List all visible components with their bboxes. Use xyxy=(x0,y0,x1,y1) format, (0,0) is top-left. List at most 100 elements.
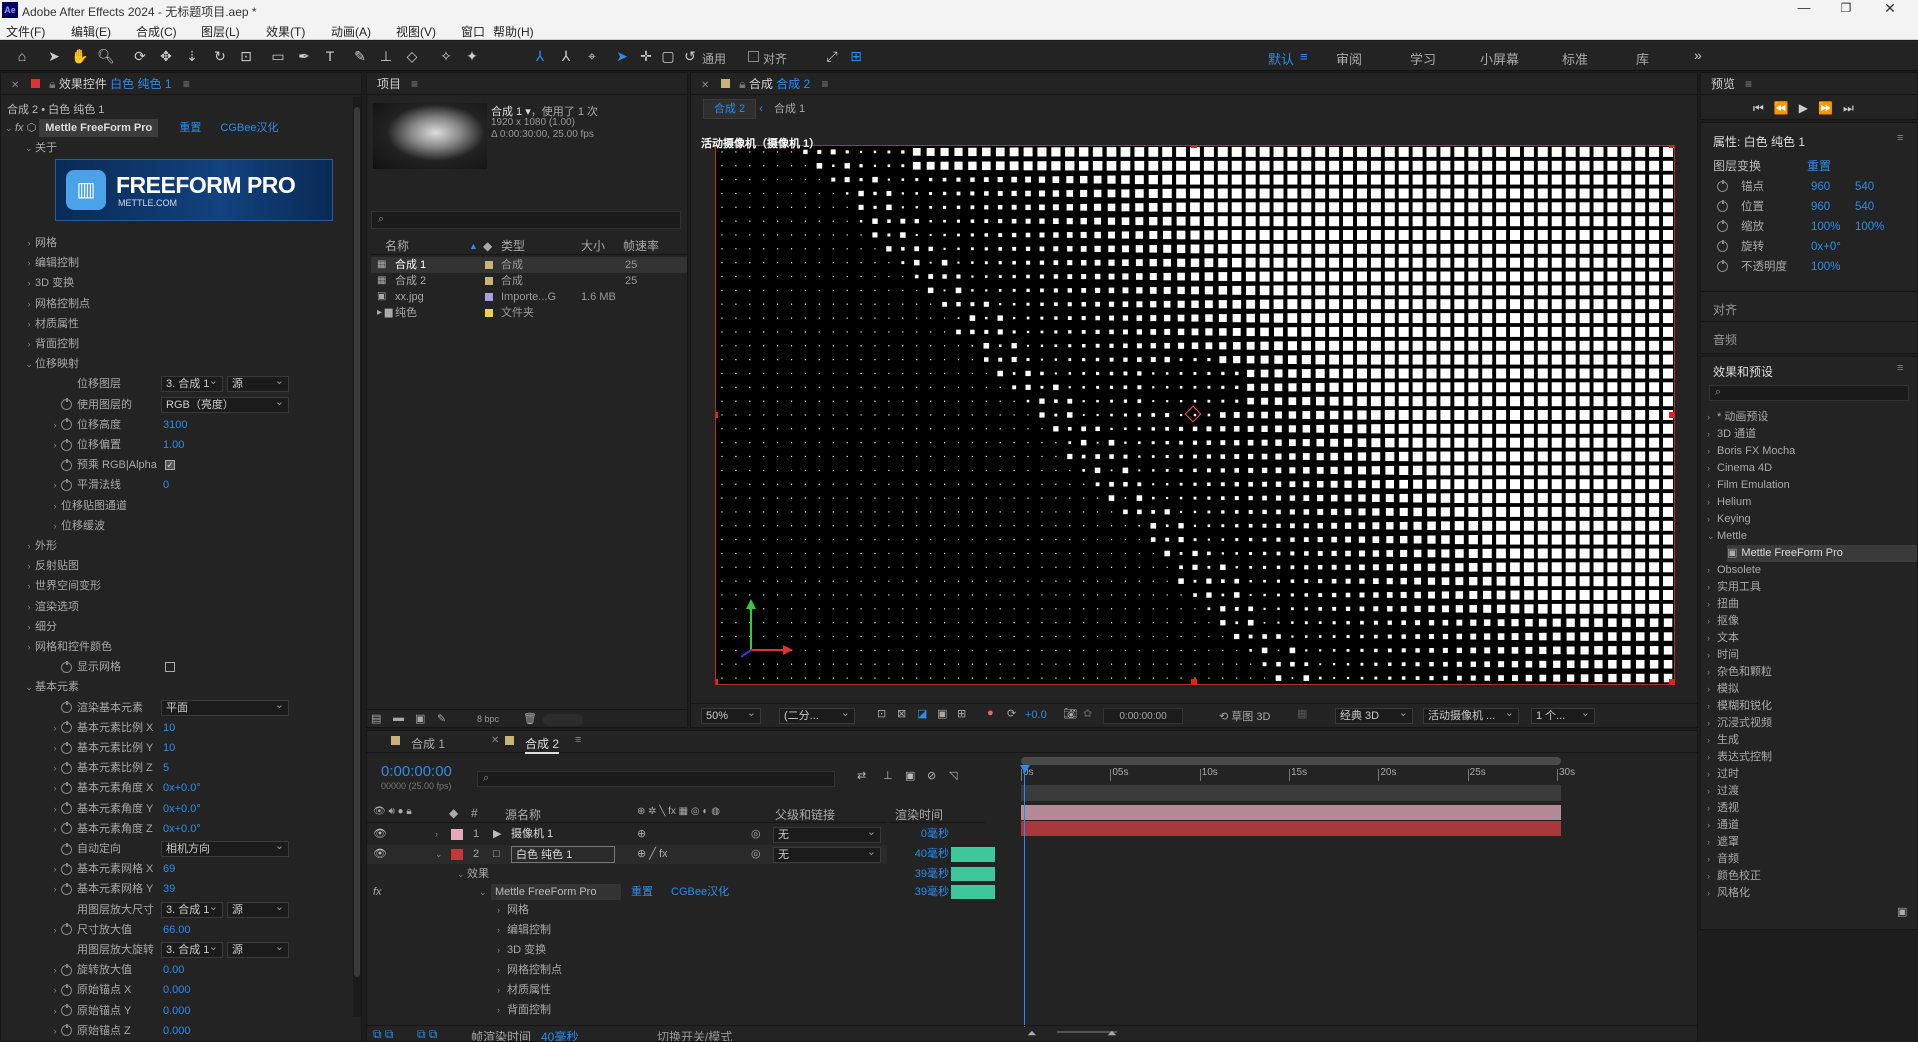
reset-exposure-icon[interactable]: ⟳ xyxy=(1007,707,1016,720)
workspace-tab[interactable]: 学习 xyxy=(1410,49,1436,68)
col-parent[interactable]: 父级和链接 xyxy=(775,806,835,823)
switches-icons[interactable]: ⊕ ╱ fx xyxy=(637,845,668,864)
stopwatch-icon[interactable] xyxy=(61,438,72,451)
stopwatch-icon[interactable] xyxy=(1717,180,1728,193)
effect-prop-row[interactable]: 使用图层的 RGB（亮度） xyxy=(23,395,353,415)
handle-left[interactable] xyxy=(715,412,718,418)
project-tab[interactable]: 项目 xyxy=(377,77,401,91)
chevron-right-icon[interactable]: › xyxy=(497,941,507,959)
effects-presets-menu-icon[interactable]: ≡ xyxy=(1897,362,1903,374)
chevron-right-icon[interactable]: › xyxy=(1707,664,1717,681)
chevron-right-icon[interactable]: › xyxy=(1707,766,1717,783)
chevron-right-icon[interactable]: › xyxy=(49,435,61,455)
chevron-right-icon[interactable]: › xyxy=(23,294,35,314)
effect-prop-row[interactable]: › 基本元素角度 Y 0x+0.0° xyxy=(23,799,353,819)
effect-category[interactable]: › 颜色校正 xyxy=(1707,868,1917,885)
layer-row[interactable]: 👁︎ ⌄ 2 □ 白色 纯色 1 ⊕ ╱ fx ◎ 无 xyxy=(367,845,887,864)
chevron-right-icon[interactable]: › xyxy=(23,273,35,293)
stopwatch-icon[interactable] xyxy=(61,842,72,855)
hand-tool-icon[interactable]: ✋ xyxy=(70,46,90,66)
pickwhip-icon[interactable]: ◎ xyxy=(751,825,761,844)
effect-category[interactable]: › 风格化 xyxy=(1707,885,1917,902)
axis-view-icon[interactable]: ⌖ xyxy=(582,46,602,66)
playhead-handle-icon[interactable] xyxy=(1020,765,1030,773)
chevron-right-icon[interactable]: › xyxy=(49,496,61,516)
sort-asc-icon[interactable]: ▲ xyxy=(469,237,478,255)
stopwatch-icon[interactable] xyxy=(61,923,72,936)
effect-prop-row[interactable]: › 世界空间变形 xyxy=(23,576,353,596)
chevron-right-icon[interactable]: › xyxy=(49,475,61,495)
chevron-right-icon[interactable]: › xyxy=(1707,698,1717,715)
effect-prop-value[interactable]: 0x+0.0° xyxy=(163,799,201,819)
menu-item[interactable]: 文件(F) xyxy=(6,23,45,40)
effect-prop-value[interactable]: 0.00 xyxy=(163,960,184,980)
handle-bottom-left[interactable] xyxy=(715,679,718,685)
project-scroll[interactable] xyxy=(543,714,583,726)
stopwatch-icon[interactable] xyxy=(61,458,72,471)
effect-prop-row[interactable]: › 材质属性 xyxy=(23,314,353,334)
stamp-tool-icon[interactable]: ⊥ xyxy=(376,46,396,66)
selection-tool-icon[interactable]: ➤ xyxy=(44,46,64,66)
crumb-comp2[interactable]: 合成 2 xyxy=(703,99,757,119)
comp-lock-icon[interactable]: 🔒︎ xyxy=(739,77,745,91)
close-comp-icon[interactable]: ✕ xyxy=(701,80,709,91)
trash-icon[interactable]: 🗑︎ xyxy=(523,712,537,725)
col-render-time[interactable]: 渲染时间 xyxy=(895,806,943,823)
graph-editor-icon[interactable]: ◹ xyxy=(949,769,957,782)
chevron-right-icon[interactable]: › xyxy=(1707,443,1717,460)
effect-category[interactable]: › 杂色和颗粒 xyxy=(1707,664,1917,681)
effect-prop-row[interactable]: 显示网格 xyxy=(23,657,353,677)
label-color-icon[interactable] xyxy=(485,261,493,269)
transform-prop-row[interactable]: 位置 960 540 xyxy=(1717,197,1917,217)
fx-icon[interactable]: fx xyxy=(15,122,24,134)
effect-prop-row[interactable]: 渲染基本元素 平面 xyxy=(23,698,353,718)
menu-item[interactable]: 窗口 xyxy=(461,23,485,40)
stopwatch-icon[interactable] xyxy=(61,862,72,875)
chevron-right-icon[interactable]: › xyxy=(1707,494,1717,511)
chevron-right-icon[interactable]: › xyxy=(49,960,61,980)
restore-icon[interactable]: ❐ xyxy=(1836,1,1856,15)
stopwatch-icon[interactable] xyxy=(61,882,72,895)
timeline-timecode[interactable]: 0:00:00:00 xyxy=(381,763,452,780)
effect-category[interactable]: › 过渡 xyxy=(1707,783,1917,800)
transform-prop-value-2[interactable]: 540 xyxy=(1855,177,1874,197)
chevron-right-icon[interactable]: › xyxy=(23,637,35,657)
chevron-right-icon[interactable]: › xyxy=(23,314,35,334)
chevron-right-icon[interactable]: › xyxy=(49,879,61,899)
transform-prop-value[interactable]: 0x+0° xyxy=(1811,237,1841,257)
menu-item[interactable]: 帮助(H) xyxy=(493,23,534,40)
transform-prop-value[interactable]: 960 xyxy=(1811,177,1830,197)
chevron-right-icon[interactable]: › xyxy=(23,576,35,596)
layer-mode-dropdown[interactable]: 源 xyxy=(227,374,289,393)
menu-item[interactable]: 合成(C) xyxy=(136,23,177,40)
transform-prop-row[interactable]: 不透明度 100% xyxy=(1717,257,1917,277)
effect-category[interactable]: › 遮罩 xyxy=(1707,834,1917,851)
effect-category[interactable]: › 模拟 xyxy=(1707,681,1917,698)
chevron-right-icon[interactable]: › xyxy=(49,980,61,1000)
snap-icon[interactable]: ⤢ xyxy=(822,46,842,66)
col-name[interactable]: 名称 xyxy=(385,237,409,255)
project-item[interactable]: ▦ 合成 1 合成 25 xyxy=(371,257,687,273)
chevron-right-icon[interactable]: › xyxy=(1707,562,1717,579)
workspace-more[interactable]: » xyxy=(1694,47,1702,63)
close-tab-icon[interactable]: ✕ xyxy=(491,735,499,746)
dolly-tool-icon[interactable]: ⇣ xyxy=(182,46,202,66)
chevron-right-icon[interactable]: › xyxy=(23,334,35,354)
snap-grid-icon[interactable]: ⊞ xyxy=(846,46,866,66)
stopwatch-icon[interactable] xyxy=(1717,240,1728,253)
layer-label-icon[interactable] xyxy=(451,849,463,860)
timeline-tab-comp2[interactable]: 合成 2 xyxy=(525,735,560,754)
label-color-icon[interactable] xyxy=(485,309,493,317)
layer-label-icon[interactable] xyxy=(451,829,463,840)
timeline-sub-group[interactable]: › 材质属性 xyxy=(497,981,551,999)
effect-prop-row[interactable]: › 基本元素网格 Y 39 xyxy=(23,879,353,899)
chevron-right-icon[interactable]: › xyxy=(1707,647,1717,664)
stopwatch-icon[interactable] xyxy=(61,721,72,734)
chevron-right-icon[interactable]: › xyxy=(1707,477,1717,494)
effect-prop-row[interactable]: › 3D 变换 xyxy=(23,273,353,293)
renderer-dropdown[interactable]: 经典 3D xyxy=(1335,706,1413,724)
label-color-icon[interactable] xyxy=(485,293,493,301)
transform-prop-value-2[interactable]: 100% xyxy=(1855,217,1884,237)
timeline-effect-row[interactable]: fx ⌄ Mettle FreeForm Pro 重置 CGBee汉化 xyxy=(367,883,887,901)
effect-category[interactable]: › 透视 xyxy=(1707,800,1917,817)
